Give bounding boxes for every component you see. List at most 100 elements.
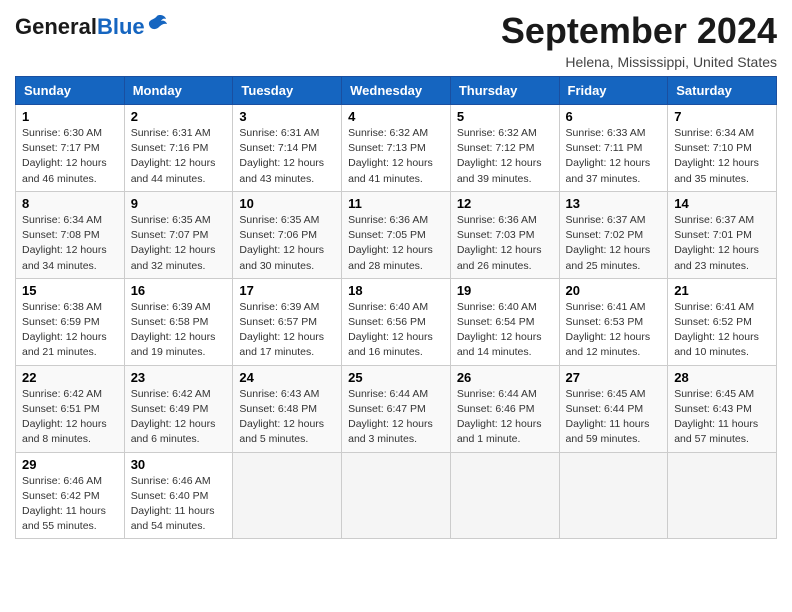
day-number: 11 <box>348 196 444 211</box>
day-info: Sunrise: 6:39 AMSunset: 6:57 PMDaylight:… <box>239 300 335 361</box>
day-info-line: Sunrise: 6:40 AM <box>348 300 444 315</box>
day-number: 2 <box>131 109 227 124</box>
day-info-line: Sunset: 6:47 PM <box>348 402 444 417</box>
day-info-line: Sunset: 7:16 PM <box>131 141 227 156</box>
day-number: 18 <box>348 283 444 298</box>
day-info-line: and 19 minutes. <box>131 345 227 360</box>
day-info-line: and 54 minutes. <box>131 519 227 534</box>
weekday-header-wednesday: Wednesday <box>342 77 451 105</box>
calendar-cell: 16Sunrise: 6:39 AMSunset: 6:58 PMDayligh… <box>124 278 233 365</box>
weekday-header-monday: Monday <box>124 77 233 105</box>
day-info: Sunrise: 6:45 AMSunset: 6:44 PMDaylight:… <box>566 387 662 448</box>
calendar-cell: 10Sunrise: 6:35 AMSunset: 7:06 PMDayligh… <box>233 191 342 278</box>
day-info-line: Daylight: 12 hours <box>239 243 335 258</box>
calendar-cell: 2Sunrise: 6:31 AMSunset: 7:16 PMDaylight… <box>124 105 233 192</box>
day-info-line: Daylight: 12 hours <box>22 156 118 171</box>
day-info: Sunrise: 6:32 AMSunset: 7:13 PMDaylight:… <box>348 126 444 187</box>
day-info-line: and 10 minutes. <box>674 345 770 360</box>
day-number: 13 <box>566 196 662 211</box>
calendar-cell: 8Sunrise: 6:34 AMSunset: 7:08 PMDaylight… <box>16 191 125 278</box>
calendar-cell: 9Sunrise: 6:35 AMSunset: 7:07 PMDaylight… <box>124 191 233 278</box>
day-number: 15 <box>22 283 118 298</box>
day-info-line: Daylight: 12 hours <box>239 330 335 345</box>
week-row-2: 8Sunrise: 6:34 AMSunset: 7:08 PMDaylight… <box>16 191 777 278</box>
day-info-line: Daylight: 12 hours <box>566 243 662 258</box>
day-info: Sunrise: 6:33 AMSunset: 7:11 PMDaylight:… <box>566 126 662 187</box>
day-info-line: Daylight: 12 hours <box>348 156 444 171</box>
day-info-line: and 55 minutes. <box>22 519 118 534</box>
day-info-line: Daylight: 12 hours <box>566 330 662 345</box>
week-row-5: 29Sunrise: 6:46 AMSunset: 6:42 PMDayligh… <box>16 452 777 539</box>
day-number: 10 <box>239 196 335 211</box>
day-info-line: and 43 minutes. <box>239 172 335 187</box>
day-info-line: Daylight: 12 hours <box>348 330 444 345</box>
day-info-line: and 57 minutes. <box>674 432 770 447</box>
calendar-cell: 19Sunrise: 6:40 AMSunset: 6:54 PMDayligh… <box>450 278 559 365</box>
day-info: Sunrise: 6:43 AMSunset: 6:48 PMDaylight:… <box>239 387 335 448</box>
calendar-cell: 11Sunrise: 6:36 AMSunset: 7:05 PMDayligh… <box>342 191 451 278</box>
day-info-line: Daylight: 12 hours <box>457 243 553 258</box>
day-info: Sunrise: 6:46 AMSunset: 6:40 PMDaylight:… <box>131 474 227 535</box>
calendar-cell: 12Sunrise: 6:36 AMSunset: 7:03 PMDayligh… <box>450 191 559 278</box>
day-info-line: Sunrise: 6:35 AM <box>239 213 335 228</box>
day-info: Sunrise: 6:38 AMSunset: 6:59 PMDaylight:… <box>22 300 118 361</box>
day-info: Sunrise: 6:35 AMSunset: 7:07 PMDaylight:… <box>131 213 227 274</box>
day-info-line: Daylight: 12 hours <box>457 330 553 345</box>
calendar-cell: 26 Sunrise: 6:44 AMSunset: 6:46 PMDayligh… <box>450 365 559 452</box>
calendar-cell: 13Sunrise: 6:37 AMSunset: 7:02 PMDayligh… <box>559 191 668 278</box>
day-info: Sunrise: 6:41 AMSunset: 6:53 PMDaylight:… <box>566 300 662 361</box>
calendar-table: SundayMondayTuesdayWednesdayThursdayFrid… <box>15 76 777 539</box>
day-info-line: Sunset: 6:52 PM <box>674 315 770 330</box>
day-info-line: Sunrise: 6:41 AM <box>674 300 770 315</box>
weekday-header-thursday: Thursday <box>450 77 559 105</box>
day-info-line: Sunset: 6:54 PM <box>457 315 553 330</box>
calendar-cell: 25Sunrise: 6:44 AMSunset: 6:47 PMDayligh… <box>342 365 451 452</box>
weekday-header-friday: Friday <box>559 77 668 105</box>
day-info-line: Sunrise: 6:31 AM <box>239 126 335 141</box>
day-info-line: Sunset: 6:58 PM <box>131 315 227 330</box>
day-info-line: Daylight: 12 hours <box>131 156 227 171</box>
day-info: Sunrise: 6:39 AMSunset: 6:58 PMDaylight:… <box>131 300 227 361</box>
day-info-line: Sunrise: 6:46 AM <box>22 474 118 489</box>
day-number: 28 <box>674 370 770 385</box>
weekday-header-tuesday: Tuesday <box>233 77 342 105</box>
calendar-cell: 27Sunrise: 6:45 AMSunset: 6:44 PMDayligh… <box>559 365 668 452</box>
weekday-header-sunday: Sunday <box>16 77 125 105</box>
day-info-line: and 14 minutes. <box>457 345 553 360</box>
day-info-line: Daylight: 12 hours <box>131 243 227 258</box>
day-info-line: Daylight: 12 hours <box>348 417 444 432</box>
week-row-4: 22Sunrise: 6:42 AMSunset: 6:51 PMDayligh… <box>16 365 777 452</box>
week-row-1: 1Sunrise: 6:30 AMSunset: 7:17 PMDaylight… <box>16 105 777 192</box>
day-info-line: Sunrise: 6:36 AM <box>457 213 553 228</box>
day-info-line: Daylight: 11 hours <box>131 504 227 519</box>
day-info-line: Sunset: 7:08 PM <box>22 228 118 243</box>
day-info: Sunrise: 6:30 AMSunset: 7:17 PMDaylight:… <box>22 126 118 187</box>
day-info-line: Daylight: 11 hours <box>22 504 118 519</box>
day-info: Sunrise: 6:44 AMSunset: 6:46 PMDaylight:… <box>457 387 553 448</box>
day-info-line: and 12 minutes. <box>566 345 662 360</box>
day-info-line: Sunrise: 6:34 AM <box>22 213 118 228</box>
calendar-cell: 30 Sunrise: 6:46 AMSunset: 6:40 PMDayligh… <box>124 452 233 539</box>
day-info-line: Sunrise: 6:39 AM <box>239 300 335 315</box>
title-area: September 2024 Helena, Mississippi, Unit… <box>501 10 777 70</box>
day-info-line: Daylight: 12 hours <box>22 243 118 258</box>
day-info: Sunrise: 6:31 AMSunset: 7:14 PMDaylight:… <box>239 126 335 187</box>
day-info-line: Sunrise: 6:40 AM <box>457 300 553 315</box>
day-info-line: Sunset: 6:48 PM <box>239 402 335 417</box>
day-number: 30 <box>131 457 227 472</box>
day-info-line: Sunset: 6:49 PM <box>131 402 227 417</box>
day-info-line: Sunrise: 6:33 AM <box>566 126 662 141</box>
day-info-line: Sunset: 7:13 PM <box>348 141 444 156</box>
day-info-line: Daylight: 12 hours <box>22 330 118 345</box>
day-number: 25 <box>348 370 444 385</box>
weekday-header-saturday: Saturday <box>668 77 777 105</box>
calendar-cell: 18Sunrise: 6:40 AMSunset: 6:56 PMDayligh… <box>342 278 451 365</box>
day-info-line: Sunset: 6:57 PM <box>239 315 335 330</box>
logo-bird-icon <box>147 14 167 32</box>
calendar-cell: 1Sunrise: 6:30 AMSunset: 7:17 PMDaylight… <box>16 105 125 192</box>
day-number: 26 <box>457 370 553 385</box>
day-number: 4 <box>348 109 444 124</box>
day-info-line: Daylight: 12 hours <box>131 330 227 345</box>
header: GeneralBlue September 2024 Helena, Missi… <box>15 10 777 70</box>
day-info-line: Sunset: 7:01 PM <box>674 228 770 243</box>
